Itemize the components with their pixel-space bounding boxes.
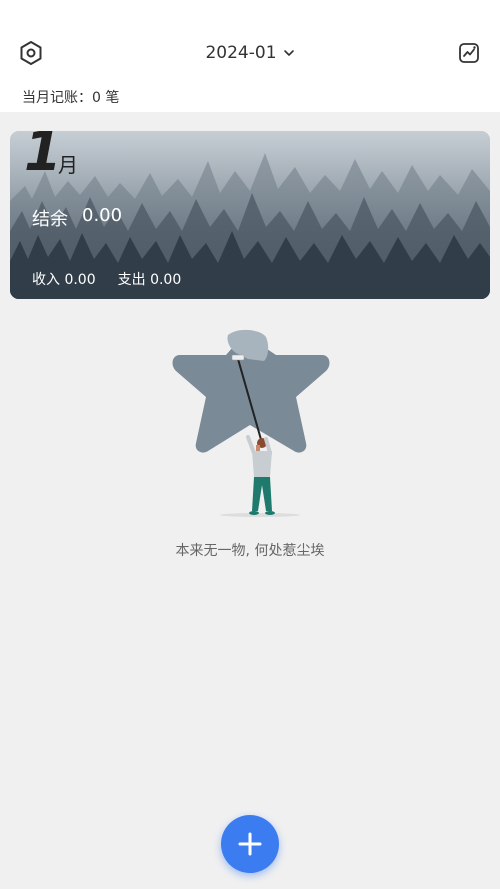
empty-state-illustration [172,329,330,517]
empty-state-message: 本来无一物, 何处惹尘埃 [175,543,325,559]
expense-label: 支出 [117,272,146,288]
balance-value: 0.00 [82,205,123,226]
expense-item: 支出 0.00 [118,269,182,289]
record-count-value: 0 笔 [92,90,120,106]
chevron-down-icon [283,47,295,59]
month-number: 1 [24,131,62,183]
income-label: 收入 [32,272,60,288]
month-picker[interactable]: 2024-01 [0,40,500,66]
month-summary-card[interactable]: 1 月 结余 0.00 收入 0.00 支出 0.00 [10,131,490,299]
header: 2024-01 当月记账： 0 笔 [0,0,500,112]
plus-icon [238,832,262,856]
expense-value: 0.00 [150,272,182,288]
month-unit: 月 [58,153,78,177]
income-value: 0.00 [64,272,96,288]
current-month-label: 2024-01 [205,43,277,63]
statistics-button[interactable] [454,38,484,68]
income-expense-row: 收入 0.00 支出 0.00 [32,269,181,289]
balance-row: 结余 0.00 [32,205,122,231]
income-item: 收入 0.00 [32,269,96,289]
chart-trend-icon [459,43,479,63]
monthly-record-count: 当月记账： 0 笔 [22,87,119,107]
add-record-button[interactable] [221,815,279,873]
app-root: 2024-01 当月记账： 0 笔 1 月 结余 0.00 收入 0.00 支出… [0,0,500,889]
record-count-label: 当月记账： [22,90,92,106]
balance-label: 结余 [32,209,68,230]
